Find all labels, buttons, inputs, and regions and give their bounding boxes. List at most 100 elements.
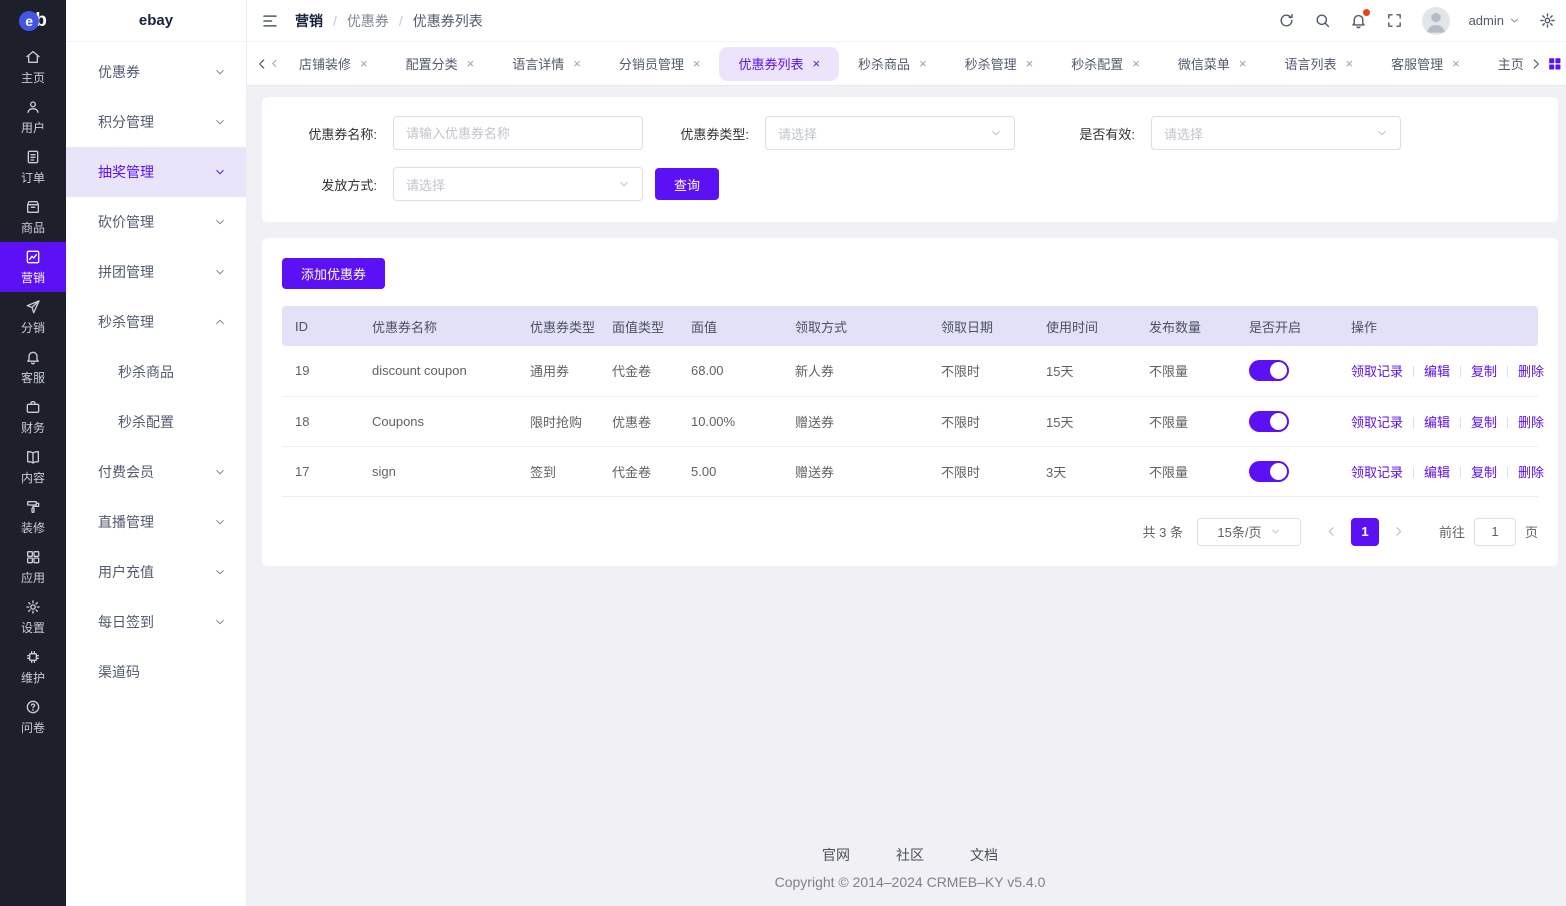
rail-item-label: 用户 xyxy=(21,119,45,136)
rail-item-customer-service[interactable]: 客服 xyxy=(0,342,66,392)
action-delete[interactable]: 删除 xyxy=(1518,465,1544,480)
status-toggle[interactable] xyxy=(1249,360,1289,381)
prev-page-icon[interactable] xyxy=(1325,525,1338,538)
tab-close-icon[interactable]: × xyxy=(693,57,701,70)
tab-home[interactable]: 主页× xyxy=(1479,47,1529,81)
action-copy[interactable]: 复制 xyxy=(1471,415,1497,430)
tab-language-detail[interactable]: 语言详情× xyxy=(493,47,600,81)
user-menu[interactable]: admin xyxy=(1469,13,1520,28)
add-coupon-button[interactable]: 添加优惠券 xyxy=(282,258,385,289)
open-tabs: 店铺装修× 配置分类× 语言详情× 分销员管理× 优惠券列表× 秒杀商品× 秒杀… xyxy=(280,47,1529,81)
action-edit[interactable]: 编辑 xyxy=(1424,465,1450,480)
action-edit[interactable]: 编辑 xyxy=(1424,364,1450,379)
action-delete[interactable]: 删除 xyxy=(1518,415,1544,430)
tab-close-icon[interactable]: × xyxy=(573,57,581,70)
tab-close-icon[interactable]: × xyxy=(919,57,927,70)
tab-store-decoration[interactable]: 店铺装修× xyxy=(280,47,387,81)
tab-language-list[interactable]: 语言列表× xyxy=(1265,47,1372,81)
action-copy[interactable]: 复制 xyxy=(1471,364,1497,379)
tab-distributor-mgmt[interactable]: 分销员管理× xyxy=(600,47,720,81)
rail-item-home[interactable]: 主页 xyxy=(0,42,66,92)
sidebar-item-seckill-goods[interactable]: 秒杀商品 xyxy=(66,347,246,397)
tabs-scroll-right-icon[interactable] xyxy=(1529,57,1543,71)
next-page-icon[interactable] xyxy=(1392,525,1405,538)
current-page-button[interactable]: 1 xyxy=(1351,518,1379,546)
tab-seckill-config[interactable]: 秒杀配置× xyxy=(1052,47,1159,81)
tab-coupon-list[interactable]: 优惠券列表× xyxy=(719,47,839,81)
menu-fold-icon[interactable] xyxy=(261,12,279,30)
sidebar-item-points[interactable]: 积分管理 xyxy=(66,97,246,147)
avatar[interactable] xyxy=(1422,7,1450,35)
rail-item-distribution[interactable]: 分销 xyxy=(0,292,66,342)
sidebar-item-label: 秒杀管理 xyxy=(98,312,154,332)
tab-close-icon[interactable]: × xyxy=(1452,57,1460,70)
tab-close-icon[interactable]: × xyxy=(1239,57,1247,70)
footer-link-community[interactable]: 社区 xyxy=(896,845,924,865)
sidebar-item-groupbuy[interactable]: 拼团管理 xyxy=(66,247,246,297)
sidebar-item-label: 优惠券 xyxy=(98,62,140,82)
icon-rail: e b 主页 用户 订单 商品 营销 分销 客服 财务 内容 装修 应用 设置 … xyxy=(0,0,66,906)
rail-item-decoration[interactable]: 装修 xyxy=(0,492,66,542)
sidebar-item-daily-signin[interactable]: 每日签到 xyxy=(66,597,246,647)
tab-close-icon[interactable]: × xyxy=(1346,57,1354,70)
tabs-scroll-left-icon[interactable] xyxy=(255,57,269,71)
goto-page-input[interactable] xyxy=(1474,518,1516,546)
tab-seckill-mgmt[interactable]: 秒杀管理× xyxy=(946,47,1053,81)
tab-close-icon[interactable]: × xyxy=(1026,57,1034,70)
sidebar-item-recharge[interactable]: 用户充值 xyxy=(66,547,246,597)
footer-link-docs[interactable]: 文档 xyxy=(970,845,998,865)
action-claim-records[interactable]: 领取记录 xyxy=(1351,364,1403,379)
rail-item-goods[interactable]: 商品 xyxy=(0,192,66,242)
rail-item-users[interactable]: 用户 xyxy=(0,92,66,142)
tab-config-category[interactable]: 配置分类× xyxy=(387,47,494,81)
tabs-scroll-left-icon[interactable] xyxy=(269,58,280,69)
action-claim-records[interactable]: 领取记录 xyxy=(1351,415,1403,430)
sidebar-item-bargain[interactable]: 砍价管理 xyxy=(66,197,246,247)
sidebar-item-live[interactable]: 直播管理 xyxy=(66,497,246,547)
tab-service-mgmt[interactable]: 客服管理× xyxy=(1372,47,1479,81)
search-button[interactable]: 查询 xyxy=(655,168,719,200)
tab-close-icon[interactable]: × xyxy=(467,57,475,70)
rail-item-orders[interactable]: 订单 xyxy=(0,142,66,192)
tab-seckill-goods[interactable]: 秒杀商品× xyxy=(839,47,946,81)
rail-item-maintenance[interactable]: 维护 xyxy=(0,642,66,692)
action-copy[interactable]: 复制 xyxy=(1471,465,1497,480)
rail-item-finance[interactable]: 财务 xyxy=(0,392,66,442)
tab-close-icon[interactable]: × xyxy=(812,57,820,70)
sidebar-item-seckill[interactable]: 秒杀管理 xyxy=(66,297,246,347)
marketing-icon xyxy=(25,249,41,265)
tabs-menu-icon[interactable] xyxy=(1547,56,1562,71)
fullscreen-icon[interactable] xyxy=(1386,12,1403,29)
tab-close-icon[interactable]: × xyxy=(360,57,368,70)
rail-item-survey[interactable]: 问卷 xyxy=(0,692,66,742)
action-delete[interactable]: 删除 xyxy=(1518,364,1544,379)
tab-wechat-menu[interactable]: 微信菜单× xyxy=(1159,47,1266,81)
footer-link-official-site[interactable]: 官网 xyxy=(822,845,850,865)
gear-icon[interactable] xyxy=(1539,12,1556,29)
coupon-type-select[interactable]: 请选择 xyxy=(765,116,1015,150)
sidebar-item-coupon[interactable]: 优惠券 xyxy=(66,47,246,97)
tab-close-icon[interactable]: × xyxy=(1132,57,1140,70)
goto-unit: 页 xyxy=(1525,522,1538,541)
coupon-name-input[interactable] xyxy=(406,126,630,141)
rail-item-marketing[interactable]: 营销 xyxy=(0,242,66,292)
status-toggle[interactable] xyxy=(1249,411,1289,432)
refresh-icon[interactable] xyxy=(1278,12,1295,29)
breadcrumb-item[interactable]: 优惠券 xyxy=(347,11,389,31)
sidebar-item-seckill-config[interactable]: 秒杀配置 xyxy=(66,397,246,447)
search-icon[interactable] xyxy=(1314,12,1331,29)
sidebar-item-lottery[interactable]: 抽奖管理 xyxy=(66,147,246,197)
rail-item-content[interactable]: 内容 xyxy=(0,442,66,492)
status-toggle[interactable] xyxy=(1249,461,1289,482)
send-method-select[interactable]: 请选择 xyxy=(393,167,643,201)
page-size-select[interactable]: 15条/页 xyxy=(1197,518,1301,546)
sidebar-item-channel-code[interactable]: 渠道码 xyxy=(66,647,246,697)
notifications-button[interactable] xyxy=(1350,12,1367,29)
rail-item-settings[interactable]: 设置 xyxy=(0,592,66,642)
rail-item-apps[interactable]: 应用 xyxy=(0,542,66,592)
is-valid-select[interactable]: 请选择 xyxy=(1151,116,1401,150)
action-edit[interactable]: 编辑 xyxy=(1424,415,1450,430)
sidebar-item-paid-member[interactable]: 付费会员 xyxy=(66,447,246,497)
app-logo[interactable]: e b xyxy=(0,0,66,42)
action-claim-records[interactable]: 领取记录 xyxy=(1351,465,1403,480)
